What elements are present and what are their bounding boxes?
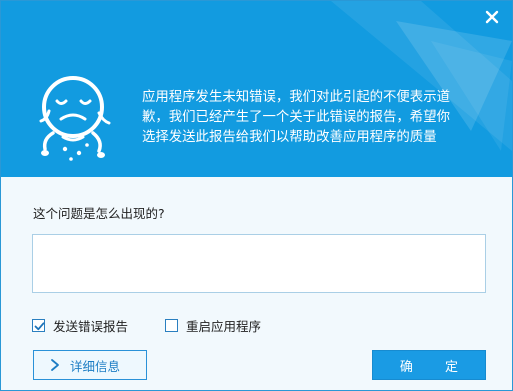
checkmark-icon xyxy=(34,322,45,331)
question-label: 这个问题是怎么出现的? xyxy=(33,206,165,221)
error-report-dialog: 应用程序发生未知错误，我们对此引起的不便表示道 歉，我们已经产生了一个关于此错误… xyxy=(0,0,513,391)
details-button-label: 详细信息 xyxy=(70,358,121,374)
restart-app-label: 重启应用程序 xyxy=(186,319,262,334)
crying-mascot-icon xyxy=(39,76,111,161)
error-message-line: 歉，我们已经产生了一个关于此错误的报告，希望你 xyxy=(142,110,450,125)
send-report-checkbox[interactable]: 发送错误报告 xyxy=(32,316,128,335)
send-report-label: 发送错误报告 xyxy=(53,319,129,334)
feedback-input[interactable] xyxy=(32,234,486,293)
ok-button[interactable]: 确 定 xyxy=(372,350,486,380)
error-message: 应用程序发生未知错误，我们对此引起的不便表示道 歉，我们已经产生了一个关于此错误… xyxy=(142,88,497,148)
send-report-checkbox-box[interactable] xyxy=(32,319,45,332)
error-message-line: 应用程序发生未知错误，我们对此引起的不便表示道 xyxy=(142,90,450,105)
error-message-line: 选择发送此报告给我们以帮助改善应用程序的质量 xyxy=(142,130,437,145)
dialog-header: 应用程序发生未知错误，我们对此引起的不便表示道 歉，我们已经产生了一个关于此错误… xyxy=(1,1,512,177)
chevron-right-icon xyxy=(51,359,59,371)
restart-app-checkbox[interactable]: 重启应用程序 xyxy=(165,316,261,335)
details-button[interactable]: 详细信息 xyxy=(33,350,147,380)
restart-app-checkbox-box[interactable] xyxy=(165,319,178,332)
close-icon[interactable] xyxy=(482,7,502,27)
